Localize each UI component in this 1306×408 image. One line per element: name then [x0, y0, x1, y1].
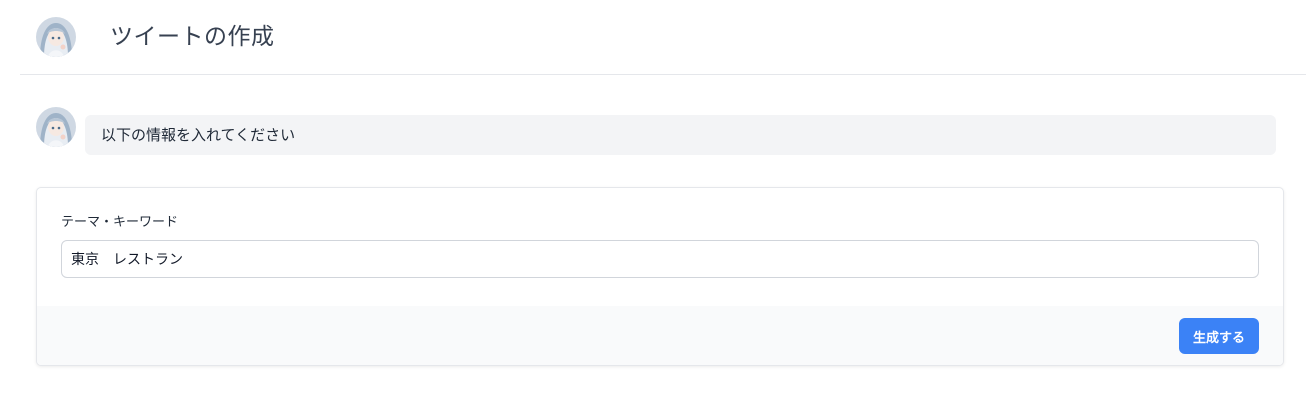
- avatar-icon: [36, 107, 76, 147]
- app-header: ツイートの作成: [20, 0, 1306, 75]
- page-title: ツイートの作成: [110, 24, 275, 50]
- tweet-form-card: テーマ・キーワード 生成する: [36, 187, 1284, 366]
- generate-button[interactable]: 生成する: [1179, 318, 1259, 354]
- message-bubble: 以下の情報を入れてください: [85, 115, 1276, 155]
- keyword-input[interactable]: [61, 240, 1259, 278]
- card-footer: 生成する: [37, 306, 1283, 365]
- keyword-field-label: テーマ・キーワード: [61, 215, 179, 230]
- avatar-icon[interactable]: [36, 17, 76, 57]
